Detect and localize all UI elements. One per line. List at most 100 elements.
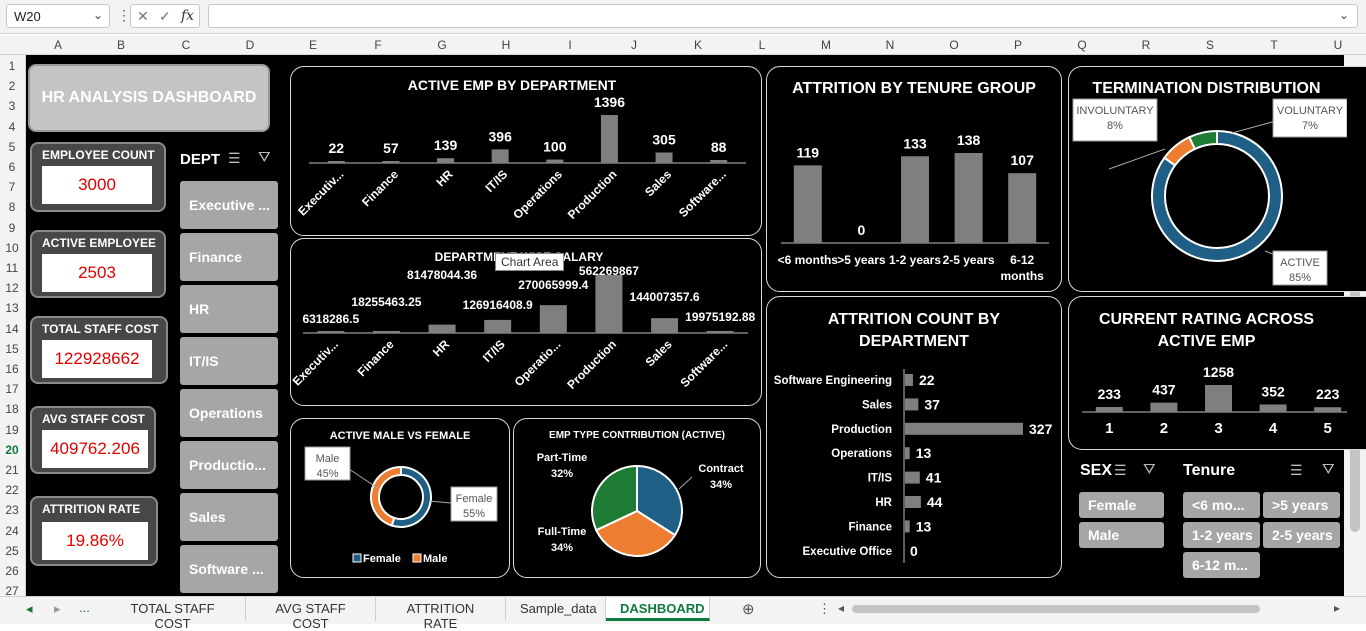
row-header[interactable]: 8 [0, 200, 24, 214]
row-header[interactable]: 7 [0, 180, 24, 194]
column-header[interactable]: D [220, 38, 280, 52]
data-label: 44 [927, 494, 943, 510]
column-header[interactable]: J [604, 38, 664, 52]
sheet-tab[interactable]: TOTAL STAFF COST [100, 597, 246, 631]
row-header[interactable]: 23 [0, 503, 24, 517]
add-sheet-icon[interactable]: ⊕ [742, 600, 755, 618]
row-header[interactable]: 22 [0, 483, 24, 497]
gender-panel[interactable]: ACTIVE MALE VS FEMALE Male 45% Female 55% Fe… [290, 418, 510, 578]
dept-slicer-item[interactable]: Finance [180, 233, 278, 281]
tenure-slicer-item[interactable]: 6-12 m... [1183, 552, 1260, 578]
column-header[interactable]: E [283, 38, 343, 52]
column-header[interactable]: A [28, 38, 88, 52]
tenure-slicer-item[interactable]: 2-5 years [1263, 522, 1340, 548]
sheet-tab[interactable]: Sample_data [506, 597, 606, 621]
insert-function-icon[interactable]: fx [181, 8, 194, 24]
column-header[interactable]: K [668, 38, 728, 52]
more-options-icon[interactable]: ⋮ [818, 601, 831, 617]
dept-slicer-item[interactable]: Executive ... [180, 181, 278, 229]
name-box[interactable]: W20 ⌄ [6, 4, 110, 28]
row-header[interactable]: 26 [0, 564, 24, 578]
row-header[interactable]: 24 [0, 524, 24, 538]
tenure-slicer-title: Tenure [1183, 462, 1236, 479]
row-header[interactable]: 3 [0, 99, 24, 113]
emp-type-panel[interactable]: EMP TYPE CONTRIBUTION (ACTIVE) Contract 3… [513, 418, 761, 578]
attrition-tenure-panel[interactable]: ATTRITION BY TENURE GROUP 119 <6 months 0 >… [766, 66, 1062, 292]
column-header[interactable]: F [348, 38, 408, 52]
column-header[interactable]: G [412, 38, 472, 52]
row-header[interactable]: 19 [0, 423, 24, 437]
column-header[interactable]: N [860, 38, 920, 52]
sheet-tab[interactable]: ATTRITION RATE [376, 597, 506, 631]
column-header[interactable]: L [732, 38, 792, 52]
tenure-slicer-item[interactable]: >5 years [1263, 492, 1340, 518]
multi-select-icon[interactable]: ☰ [1290, 462, 1303, 479]
clear-filter-icon[interactable]: ⛛ [258, 149, 271, 166]
row-header[interactable]: 14 [0, 322, 24, 336]
clear-filter-icon[interactable]: ⛛ [1322, 461, 1335, 478]
scroll-left-icon[interactable]: ◂ [26, 601, 33, 617]
row-header[interactable]: 6 [0, 160, 24, 174]
formula-input[interactable]: ⌄ [208, 4, 1358, 28]
attrition-dept-panel[interactable]: ATTRITION COUNT BY DEPARTMENT 22 Software… [766, 296, 1062, 578]
column-header[interactable]: C [156, 38, 216, 52]
column-header[interactable]: B [91, 38, 151, 52]
column-header[interactable]: O [924, 38, 984, 52]
chevron-down-icon[interactable]: ⌄ [93, 8, 103, 22]
column-header[interactable]: S [1180, 38, 1240, 52]
termination-panel[interactable]: TERMINATION DISTRIBUTION INVOLUNTARY 8% VO… [1068, 66, 1366, 292]
column-header[interactable]: Q [1052, 38, 1112, 52]
enter-icon[interactable]: ✓ [159, 8, 171, 25]
dept-slicer-item[interactable]: Operations [180, 389, 278, 437]
tenure-slicer-item[interactable]: <6 mo... [1183, 492, 1260, 518]
sheet-tab[interactable]: AVG STAFF COST [246, 597, 376, 631]
expand-formula-icon[interactable]: ⌄ [1339, 8, 1349, 22]
row-header[interactable]: 18 [0, 402, 24, 416]
sheet-tab[interactable]: DASHBOARD [606, 597, 710, 621]
hscroll-left-icon[interactable]: ◂ [838, 601, 844, 615]
row-header[interactable]: 9 [0, 221, 24, 235]
sex-slicer-item[interactable]: Female [1079, 492, 1164, 518]
row-header[interactable]: 10 [0, 241, 24, 255]
hscroll-right-icon[interactable]: ▸ [1334, 601, 1340, 615]
dept-slicer-item[interactable]: Productio... [180, 441, 278, 489]
row-header[interactable]: 15 [0, 342, 24, 356]
more-sheets-button[interactable]: ... [79, 600, 90, 615]
sex-slicer-item[interactable]: Male [1079, 522, 1164, 548]
tenure-slicer-item[interactable]: 1-2 years [1183, 522, 1260, 548]
row-header[interactable]: 2 [0, 79, 24, 93]
row-header[interactable]: 17 [0, 382, 24, 396]
dept-slicer-item[interactable]: IT/IS [180, 337, 278, 385]
formula-buttons: ✕ ✓ fx [130, 4, 200, 28]
dept-slicer-item[interactable]: Software ... [180, 545, 278, 593]
row-header[interactable]: 4 [0, 120, 24, 134]
column-header[interactable]: H [476, 38, 536, 52]
row-header[interactable]: 1 [0, 59, 24, 73]
row-header[interactable]: 25 [0, 544, 24, 558]
column-header[interactable]: M [796, 38, 856, 52]
row-header[interactable]: 20 [0, 443, 24, 457]
dept-salary-panel[interactable]: DEPARTMENT WISE SALARY 6318286.5Executiv… [290, 238, 762, 406]
dept-slicer-item[interactable]: HR [180, 285, 278, 333]
rating-panel[interactable]: CURRENT RATING ACROSS ACTIVE EMP 233 1 437… [1068, 296, 1366, 450]
clear-filter-icon[interactable]: ⛛ [1143, 461, 1156, 478]
row-header[interactable]: 12 [0, 281, 24, 295]
cancel-icon[interactable]: ✕ [137, 8, 149, 25]
row-header[interactable]: 5 [0, 140, 24, 154]
horizontal-scroll-thumb[interactable] [852, 605, 1260, 613]
row-header[interactable]: 16 [0, 362, 24, 376]
multi-select-icon[interactable]: ☰ [228, 150, 241, 167]
scroll-right-icon[interactable]: ▸ [54, 601, 61, 617]
column-header[interactable]: I [540, 38, 600, 52]
more-options-icon[interactable]: ⋮ [117, 7, 131, 24]
dept-slicer-item[interactable]: Sales [180, 493, 278, 541]
multi-select-icon[interactable]: ☰ [1114, 462, 1127, 479]
row-header[interactable]: 13 [0, 301, 24, 315]
active-emp-by-dept-panel[interactable]: ACTIVE EMP BY DEPARTMENT 22 Executiv... 57… [290, 66, 762, 236]
column-header[interactable]: R [1116, 38, 1176, 52]
row-header[interactable]: 21 [0, 463, 24, 477]
row-header[interactable]: 11 [0, 261, 24, 275]
column-header[interactable]: P [988, 38, 1048, 52]
column-header[interactable]: T [1244, 38, 1304, 52]
column-header[interactable]: U [1308, 38, 1366, 52]
